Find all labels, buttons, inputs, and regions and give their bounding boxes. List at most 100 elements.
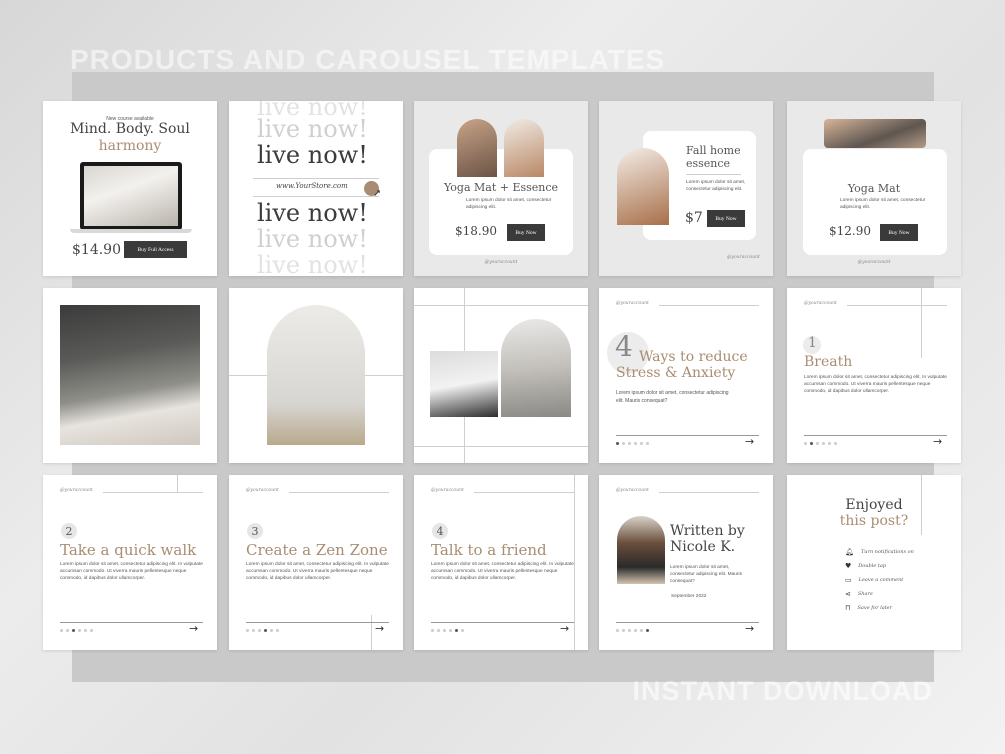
slide-title-line2: Stress & Anxiety [616,365,736,381]
card-breath[interactable]: @youraccount 1 Breath Lorem ipsum dolor … [787,288,961,463]
card-live-now[interactable]: live now! live now! live now! www.YourSt… [229,101,403,276]
product-price: $12.90 [829,224,871,238]
card-written-by[interactable]: @youraccount Written by Nicole K. Lorem … [599,475,773,650]
divider [253,178,379,179]
yoga-mat-image [824,119,926,148]
card-fall-home[interactable]: Fall home essence Lorem ipsum dolor sit … [599,101,773,276]
action-share[interactable]: ⋖ Share [845,587,914,601]
photo-shelf [430,351,498,417]
bookmark-icon: ⊓ [845,604,851,612]
course-accent: harmony [98,138,162,154]
slide-desc: Lorem ipsum dolor sit amet, consectetur … [431,562,574,581]
buy-full-access-button[interactable]: Buy Full Access [124,241,187,258]
laptop-base [70,229,192,233]
photo-woman-room [501,319,571,417]
live-now-text: live now! [257,141,368,169]
progress-line [804,435,947,436]
carousel-dots [616,629,649,632]
action-comment[interactable]: ▭ Leave a comment [845,573,914,587]
slide-desc: Lorem ipsum dolor sit amet, consectetur … [246,562,389,581]
account-handle: @youraccount [857,260,891,265]
account-handle: @youraccount [60,488,93,493]
card-yoga-mat-essence[interactable]: Yoga Mat + Essence Lorem ipsum dolor sit… [414,101,588,276]
author-desc: Lorem ipsum dolor sit amet, consectetur … [670,565,742,584]
divider [474,492,574,493]
yoga-mat-image [457,119,497,177]
product-desc: Lorem ipsum dolor sit amet, consectetur … [466,198,552,210]
card-yoga-mat[interactable]: Yoga Mat Lorem ipsum dolor sit amet, con… [787,101,961,276]
action-like[interactable]: ♥ Double tap [845,559,914,573]
product-title: Yoga Mat + Essence [443,181,559,194]
progress-line [60,622,203,623]
store-url-link[interactable]: www.YourStore.com [276,182,348,190]
divider [659,305,759,306]
essence-image [504,119,544,177]
buy-now-button[interactable]: Buy Now [707,210,745,227]
account-handle: @youraccount [431,488,464,493]
product-title-line1: Fall home [686,144,741,157]
slide-desc: Lorem ipsum dolor sit amet, consectetur … [804,375,947,394]
product-price: $7 [685,210,703,226]
author-line1: Written by [670,523,745,539]
next-arrow-icon[interactable]: → [375,622,384,635]
card-enjoyed-post[interactable]: Enjoyed this post? 🔔︎ Turn notifications … [787,475,961,650]
next-arrow-icon[interactable]: → [560,622,569,635]
header-title: PRODUCTS AND CAROUSEL TEMPLATES [70,44,666,75]
card-course[interactable]: New course available Mind. Body. Soul ha… [43,101,217,276]
course-price: $14.90 [72,242,121,258]
slide-number: 3 [247,523,263,539]
card-ways-reduce[interactable]: @youraccount 4 Ways to reduce Stress & A… [599,288,773,463]
action-notifications[interactable]: 🔔︎ Turn notifications on [845,545,914,559]
live-now-text: live now! [257,225,368,253]
cursor-icon: ➚ [364,181,381,199]
card-zen-zone[interactable]: @youraccount 3 Create a Zen Zone Lorem i… [229,475,403,650]
slide-title: Talk to a friend [431,541,547,559]
card-photo-arch[interactable] [229,288,403,463]
photo-arch-vase [267,305,365,445]
slide-number: 1 [808,335,817,351]
heart-icon: ♥ [845,562,852,570]
divider [371,615,372,650]
photo-woman-candles [60,305,200,445]
account-handle: @youraccount [616,488,649,493]
action-label: Turn notifications on [860,549,914,555]
author-photo [617,516,665,584]
account-handle: @youraccount [484,260,518,265]
action-save[interactable]: ⊓ Save for later [845,601,914,615]
progress-line [246,622,389,623]
card-photo-collage[interactable] [414,288,588,463]
carousel-dots [246,629,279,632]
action-label: Share [857,591,873,597]
bell-icon: 🔔︎ [845,548,854,556]
buy-now-button[interactable]: Buy Now [880,224,918,241]
post-date: September 2022 [671,594,707,599]
account-handle: @youraccount [727,255,760,260]
card-photo-woman[interactable] [43,288,217,463]
action-list: 🔔︎ Turn notifications on ♥ Double tap ▭ Lea… [845,545,914,615]
card-talk-friend[interactable]: @youraccount 4 Talk to a friend Lorem ip… [414,475,588,650]
action-label: Leave a comment [858,577,904,583]
essence-image [617,148,669,225]
slide-desc: Lorem ipsum dolor sit amet, consectetur … [60,562,203,581]
next-arrow-icon[interactable]: → [745,435,754,448]
cta-line1: Enjoyed [845,497,903,513]
account-handle: @youraccount [246,488,279,493]
buy-now-button[interactable]: Buy Now [507,224,545,241]
next-arrow-icon[interactable]: → [745,622,754,635]
divider [414,446,588,447]
next-arrow-icon[interactable]: → [189,622,198,635]
course-title: Mind. Body. Soul [70,121,190,137]
product-title-line2: essence [686,157,731,170]
next-arrow-icon[interactable]: → [933,435,942,448]
slide-title-line1: Ways to reduce [639,349,748,365]
divider [253,196,379,197]
divider [414,305,588,306]
card-quick-walk[interactable]: @youraccount 2 Take a quick walk Lorem i… [43,475,217,650]
product-title: Yoga Mat [847,182,901,195]
slide-number: 4 [615,330,633,363]
slide-number: 2 [61,523,77,539]
divider [686,174,741,175]
footer-title: INSTANT DOWNLOAD [632,676,933,706]
product-price: $18.90 [455,224,497,238]
account-handle: @youraccount [616,301,649,306]
